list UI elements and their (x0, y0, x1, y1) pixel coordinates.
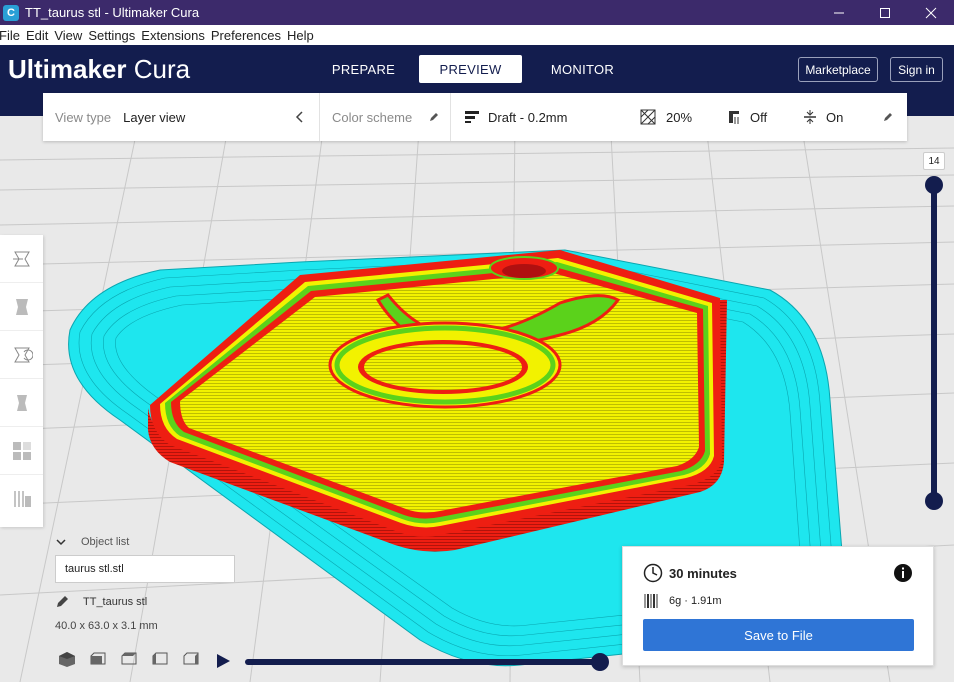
mirror-icon (16, 394, 27, 411)
material-usage: 6g · 1.91m (669, 595, 722, 607)
edit-settings-button[interactable] (882, 93, 894, 141)
per-model-settings-tool[interactable] (0, 427, 43, 475)
chevron-down-icon (56, 539, 66, 546)
sign-in-button[interactable]: Sign in (890, 57, 943, 82)
move-icon (12, 251, 30, 266)
menu-file[interactable]: File (0, 28, 20, 43)
rotate-icon (13, 347, 33, 362)
menu-edit[interactable]: Edit (26, 28, 48, 43)
menu-extensions[interactable]: Extensions (141, 28, 205, 43)
close-icon (925, 7, 937, 18)
object-list-toggle[interactable]: Object list (55, 536, 129, 548)
adhesion-value: On (826, 109, 844, 125)
3d-view-icon[interactable] (57, 650, 77, 668)
simulation-slider-track[interactable] (245, 659, 600, 665)
top-view-icon[interactable] (119, 650, 139, 668)
cura-app-icon: C (3, 4, 19, 21)
infill-icon (640, 109, 656, 125)
layer-slider-bottom-handle[interactable] (925, 492, 943, 510)
play-icon (217, 654, 230, 668)
transform-tools (0, 235, 43, 527)
pencil-icon (430, 113, 439, 121)
info-icon[interactable] (893, 563, 913, 583)
profile-value: Draft - 0.2mm (488, 109, 568, 125)
minimize-button[interactable] (816, 0, 862, 25)
menu-settings[interactable]: Settings (88, 28, 135, 43)
pencil-icon (884, 113, 892, 121)
filament-icon (644, 594, 658, 608)
support-icon (729, 111, 739, 124)
ultimaker-cura-logo: Ultimaker Cura (8, 54, 191, 84)
object-list-item[interactable]: taurus stl.stl (55, 555, 235, 583)
print-time: 30 minutes (669, 566, 737, 581)
support-blocker-icon (14, 491, 31, 507)
menu-bar: File Edit View Settings Extensions Prefe… (0, 25, 954, 45)
window-title: TT_taurus stl - Ultimaker Cura (25, 5, 200, 20)
title-bar: C TT_taurus stl - Ultimaker Cura (0, 0, 954, 25)
scale-tool[interactable] (0, 283, 43, 331)
clock-icon (643, 563, 663, 583)
tab-preview[interactable]: PREVIEW (419, 55, 522, 83)
layer-number[interactable]: 14 (923, 152, 945, 170)
color-scheme-selector[interactable]: Color scheme (332, 93, 440, 141)
support-value: Off (750, 109, 768, 125)
view-type-label: View type (55, 109, 112, 125)
move-tool[interactable] (0, 235, 43, 283)
simulation-slider-handle[interactable] (591, 653, 609, 671)
infill-value: 20% (666, 109, 693, 125)
tab-monitor[interactable]: MONITOR (531, 55, 634, 83)
print-info-panel: 30 minutes 6g · 1.91m Save to File (622, 546, 934, 666)
camera-view-buttons (57, 650, 201, 668)
layer-slider-track[interactable] (931, 185, 937, 501)
collapse-chevron-icon[interactable] (295, 93, 305, 141)
view-type-value: Layer view (123, 109, 186, 125)
color-scheme-label: Color scheme (332, 109, 413, 125)
pencil-icon[interactable] (55, 595, 69, 609)
view-type-selector[interactable]: View type Layer view (55, 93, 185, 141)
front-view-icon[interactable] (88, 650, 108, 668)
play-simulation-button[interactable] (214, 652, 232, 673)
menu-view[interactable]: View (54, 28, 82, 43)
tab-prepare[interactable]: PREPARE (312, 55, 415, 83)
object-dimensions: 40.0 x 63.0 x 3.1 mm (55, 620, 158, 632)
save-to-file-button[interactable]: Save to File (643, 619, 914, 651)
adhesion-icon (804, 110, 816, 124)
minimize-icon (834, 12, 844, 13)
maximize-button[interactable] (862, 0, 908, 25)
rotate-tool[interactable] (0, 331, 43, 379)
print-settings-selector[interactable]: Draft - 0.2mm (464, 93, 567, 141)
close-button[interactable] (908, 0, 954, 25)
object-name: TT_taurus stl (83, 596, 148, 608)
per-model-settings-icon (12, 441, 31, 460)
left-view-icon[interactable] (150, 650, 170, 668)
right-view-icon[interactable] (181, 650, 201, 668)
maximize-icon (880, 7, 890, 18)
view-toolbar: View type Layer view Color scheme Draft … (43, 93, 907, 141)
layer-slider-top-handle[interactable] (925, 176, 943, 194)
menu-help[interactable]: Help (287, 28, 314, 43)
support-blocker-tool[interactable] (0, 475, 43, 523)
object-list-header: Object list (81, 536, 130, 548)
scale-icon (15, 298, 28, 315)
marketplace-button[interactable]: Marketplace (798, 57, 878, 82)
menu-preferences[interactable]: Preferences (211, 28, 281, 43)
profile-icon (465, 111, 479, 123)
mirror-tool[interactable] (0, 379, 43, 427)
